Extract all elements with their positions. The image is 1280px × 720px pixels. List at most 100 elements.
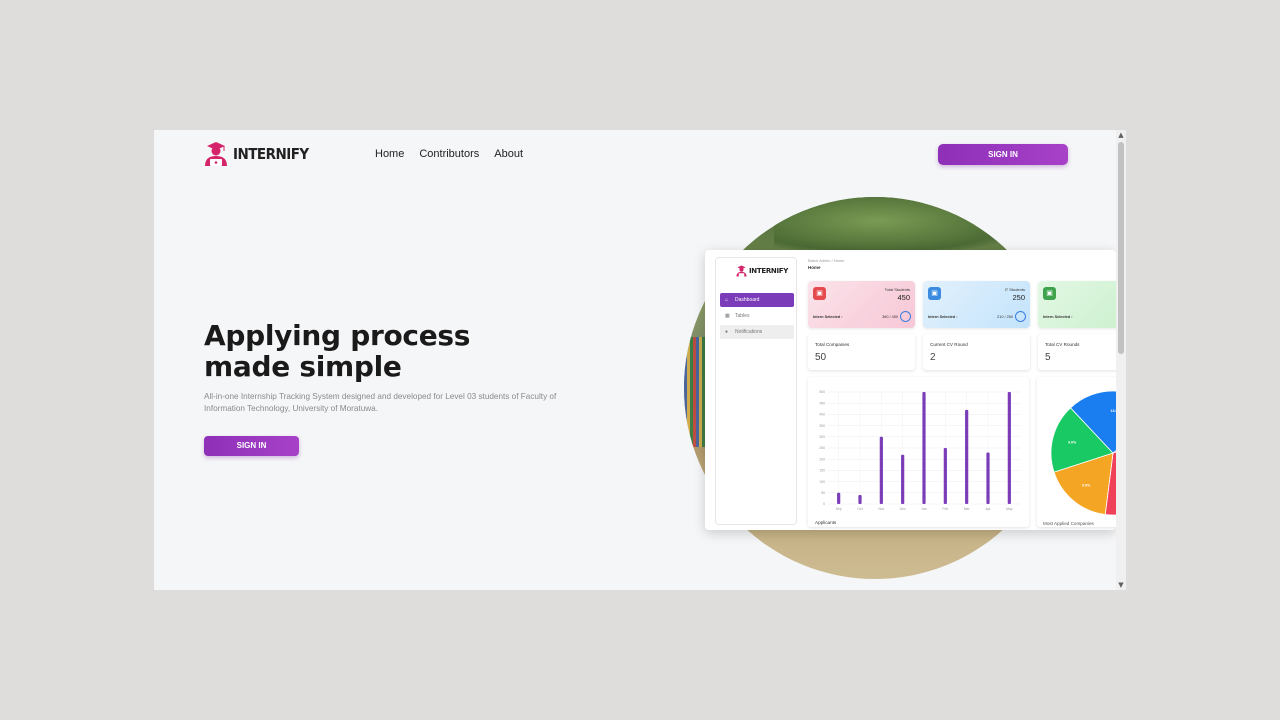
- x-tick-label: Sep: [836, 507, 842, 511]
- stat-label: Total Companies: [815, 342, 850, 347]
- preview-sidebar: INTERNIFY ⌂ Dashboard ▦ Tables ● Notificati…: [715, 257, 797, 525]
- bus-icon: ▣: [813, 287, 826, 300]
- preview-menu-label: Tables: [735, 313, 750, 319]
- bar: [837, 492, 841, 504]
- y-tick-label: 0: [823, 502, 825, 506]
- bell-icon: ●: [725, 329, 729, 335]
- photo-tree: [774, 197, 1034, 257]
- bar: [858, 495, 862, 504]
- preview-stat-companies: Total Companies 50: [808, 334, 915, 370]
- hero-title-line1: Applying process: [204, 319, 471, 352]
- pie-slice-label: 9.0%: [1082, 483, 1091, 487]
- nav-contributors-link[interactable]: Contributors: [419, 148, 479, 160]
- y-tick-label: 200: [819, 457, 825, 461]
- pie-chart-title: Most Applied Companies: [1043, 521, 1094, 526]
- nav-about-link[interactable]: About: [494, 148, 523, 160]
- bar: [965, 409, 969, 504]
- x-tick-label: Mar: [964, 507, 971, 511]
- preview-breadcrumb: Batch Admin / Home Home: [808, 258, 844, 270]
- preview-card-third: ▣ Intern Selected :: [1038, 281, 1116, 328]
- pie-slice-label: 9.0%: [1068, 441, 1077, 445]
- stat-value: 50: [815, 352, 827, 363]
- x-tick-label: Jan: [921, 507, 927, 511]
- preview-menu-label: Notifications: [735, 329, 763, 335]
- brand[interactable]: INTERNIFY: [204, 141, 317, 167]
- nav-links: Home Contributors About: [375, 148, 523, 160]
- stat-label: Current CV Round: [930, 342, 968, 347]
- preview-breadcrumb-path: Batch Admin / Home: [808, 258, 845, 263]
- y-tick-label: 250: [819, 446, 825, 450]
- preview-stat-current-round: Current CV Round 2: [923, 334, 1030, 370]
- brand-name: INTERNIFY: [233, 145, 309, 163]
- nav-home-link[interactable]: Home: [375, 148, 404, 160]
- preview-stat-total-rounds: Total CV Rounds 5: [1038, 334, 1116, 370]
- preview-bar-chart: 0 50 100 150 200 250 300 350 400 450 500 Sep Oct Nov D…: [808, 377, 1029, 527]
- hero-title-line2: made simple: [204, 350, 402, 383]
- preview-menu-notifications: ● Notifications: [720, 325, 794, 339]
- preview-page-title: Home: [808, 265, 821, 270]
- top-navbar: INTERNIFY Home Contributors About SIGN I…: [154, 130, 1116, 178]
- bus-icon: ▣: [928, 287, 941, 300]
- navbar-signin-button[interactable]: SIGN IN: [938, 144, 1068, 165]
- card-value: 450: [897, 293, 910, 302]
- bar: [943, 448, 947, 504]
- progress-ring: [900, 311, 911, 322]
- x-tick-label: Oct: [857, 507, 862, 511]
- preview-logo-icon: [736, 265, 747, 277]
- bar: [922, 392, 926, 504]
- preview-card-total-students: ▣ Total Students 450 Intern Selected : 3…: [808, 281, 915, 328]
- card-selected-label: Intern Selected :: [928, 315, 958, 319]
- stat-value: 2: [930, 352, 936, 363]
- bar: [1007, 392, 1011, 504]
- y-tick-label: 150: [819, 469, 825, 473]
- x-tick-label: Apr: [985, 507, 991, 511]
- stat-label: Total CV Rounds: [1045, 342, 1080, 347]
- x-tick-label: Feb: [942, 507, 948, 511]
- hero-description: All-in-one Internship Tracking System de…: [204, 392, 557, 413]
- preview-logo: INTERNIFY: [736, 265, 788, 277]
- hero-section: Applying process made simple All-in-one …: [204, 320, 574, 456]
- card-count: 360 / 450: [882, 315, 898, 319]
- x-tick-label: Nov: [878, 507, 884, 511]
- bar-chart-title: Applicants: [815, 520, 837, 525]
- bar: [901, 454, 905, 504]
- y-tick-label: 400: [819, 413, 825, 417]
- y-tick-label: 450: [819, 401, 825, 405]
- x-tick-label: Dec: [900, 507, 906, 511]
- preview-menu-tables: ▦ Tables: [720, 309, 794, 323]
- preview-menu-dashboard: ⌂ Dashboard: [720, 293, 794, 307]
- scroll-down-arrow[interactable]: ▼: [1116, 580, 1126, 590]
- y-tick-label: 500: [819, 390, 825, 394]
- bar: [879, 436, 883, 504]
- dashboard-preview: INTERNIFY ⌂ Dashboard ▦ Tables ● Notificati…: [705, 250, 1116, 530]
- y-tick-label: 50: [821, 491, 825, 495]
- card-title: Total Students: [884, 287, 910, 292]
- y-tick-label: 350: [819, 424, 825, 428]
- scroll-up-arrow[interactable]: ▲: [1116, 130, 1126, 140]
- vertical-scrollbar[interactable]: ▲ ▼: [1116, 130, 1126, 590]
- preview-card-it-students: ▣ IT Students 250 Intern Selected : 210 …: [923, 281, 1030, 328]
- card-value: 250: [1012, 293, 1025, 302]
- preview-logo-text: INTERNIFY: [749, 267, 789, 275]
- y-tick-label: 100: [819, 480, 825, 484]
- x-tick-label: May: [1006, 507, 1013, 511]
- home-icon: ⌂: [725, 297, 729, 303]
- progress-ring: [1015, 311, 1026, 322]
- hero-title: Applying process made simple: [204, 320, 574, 382]
- card-title: IT Students: [1004, 287, 1025, 292]
- bar: [986, 452, 990, 504]
- browser-viewport: INTERNIFY Home Contributors About SIGN I…: [154, 130, 1126, 590]
- preview-pie-chart: 10.0%16.0%9.0%9.0%13.0% Most Applied Com…: [1037, 377, 1116, 527]
- card-selected-label: Intern Selected :: [813, 315, 843, 319]
- bus-icon: ▣: [1043, 287, 1056, 300]
- card-selected-label: Intern Selected :: [1043, 315, 1073, 319]
- hero-signin-button[interactable]: SIGN IN: [204, 436, 299, 456]
- table-icon: ▦: [725, 313, 730, 319]
- preview-menu: ⌂ Dashboard ▦ Tables ● Notifications: [720, 293, 794, 341]
- stat-value: 5: [1045, 352, 1051, 363]
- y-tick-label: 300: [819, 435, 825, 439]
- intern-logo-icon: [205, 142, 227, 166]
- bar-chart-svg: 0 50 100 150 200 250 300 350 400 450 500 Sep Oct Nov D…: [819, 390, 1020, 511]
- scrollbar-thumb[interactable]: [1118, 142, 1124, 354]
- preview-menu-label: Dashboard: [735, 297, 760, 303]
